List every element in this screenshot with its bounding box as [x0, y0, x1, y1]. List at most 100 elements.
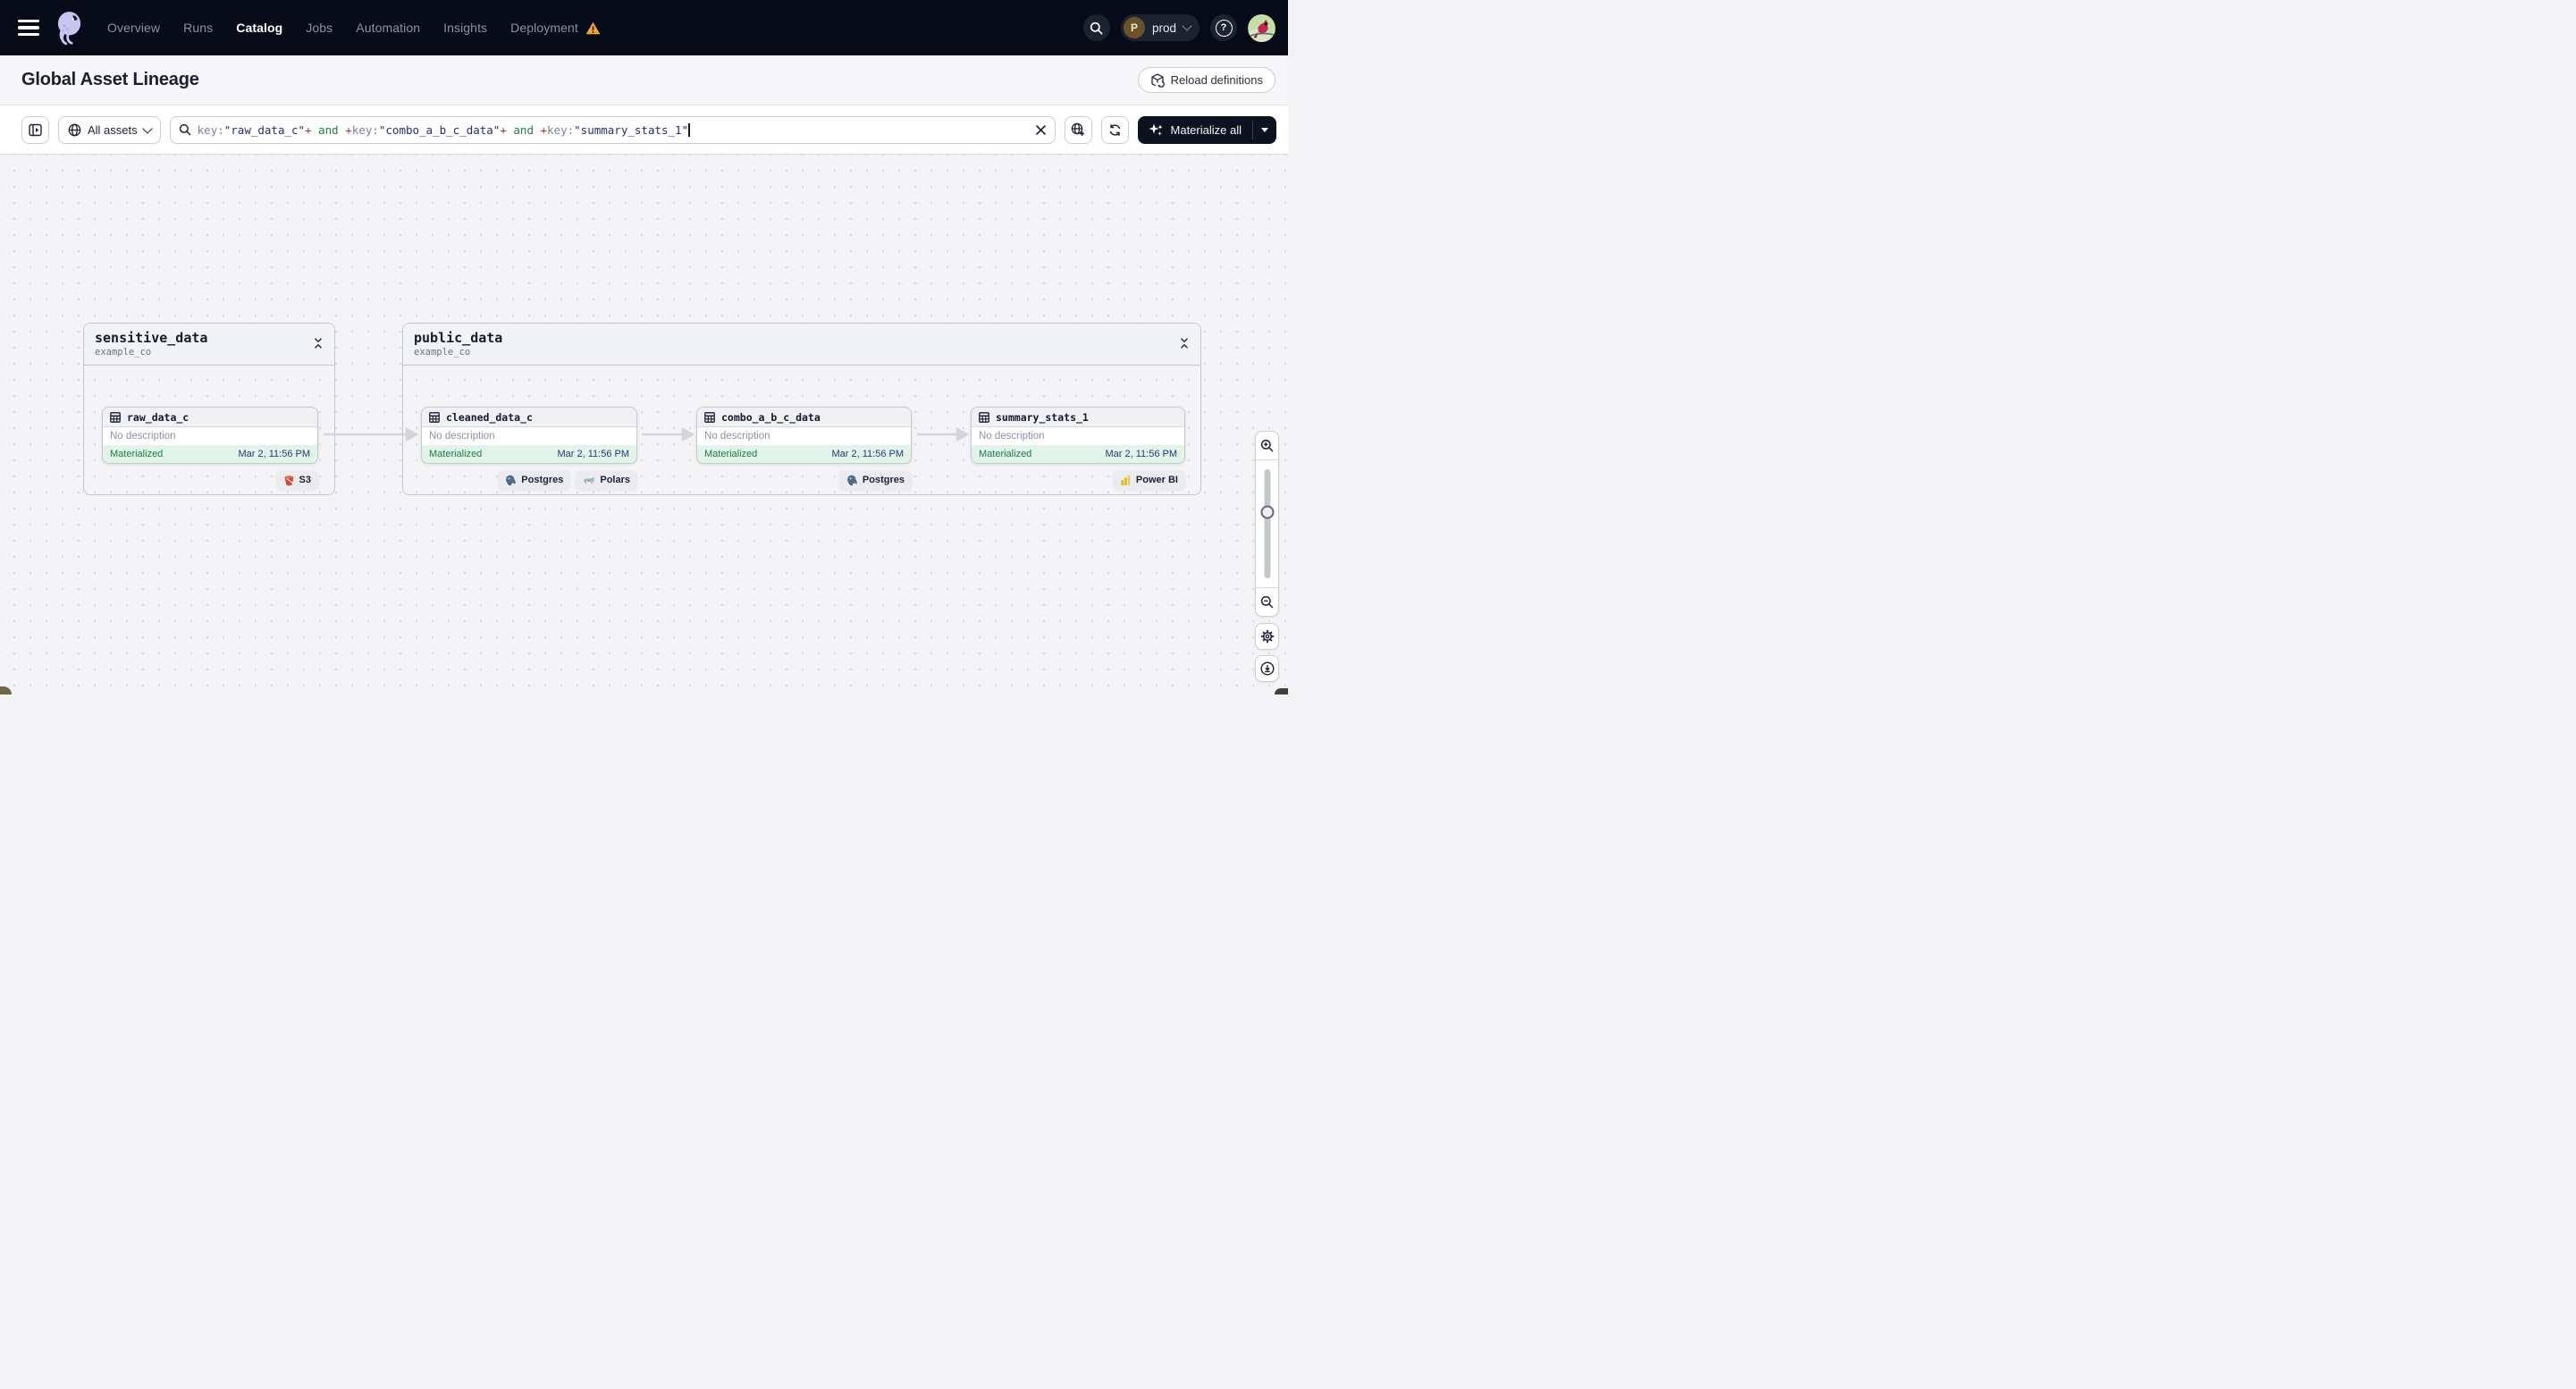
graph-settings-button[interactable] — [1255, 623, 1279, 650]
zoom-slider[interactable] — [1256, 460, 1278, 587]
refresh-icon — [1109, 123, 1120, 136]
kind-badge-postgres[interactable]: Postgres — [498, 470, 571, 490]
asset-name: combo_a_b_c_data — [721, 410, 821, 424]
zoom-controls — [1255, 431, 1279, 617]
kind-badge-postgres[interactable]: Postgres — [838, 470, 912, 490]
deployment-name: prod — [1151, 21, 1176, 35]
page-header: Global Asset Lineage Reload definitions — [0, 55, 1288, 105]
deployment-initial-badge: P — [1123, 17, 1145, 38]
zoom-slider-handle[interactable] — [1260, 505, 1274, 519]
group-by-location-button[interactable] — [1064, 115, 1092, 144]
help-icon: ? — [1215, 19, 1233, 37]
asset-description: No description — [103, 427, 317, 445]
asset-name: summary_stats_1 — [996, 410, 1089, 424]
asset-status-row: Materialized Mar 2, 11:56 PM — [422, 445, 636, 463]
collapse-group-button[interactable] — [1176, 335, 1192, 351]
download-icon — [1259, 661, 1275, 676]
s3-icon — [284, 475, 293, 485]
nav-item-overview[interactable]: Overview — [107, 21, 160, 35]
kind-badge-s3[interactable]: S3 — [275, 470, 318, 490]
nav-item-runs[interactable]: Runs — [183, 21, 213, 35]
refresh-button[interactable] — [1100, 115, 1129, 144]
search-icon — [179, 123, 190, 136]
zoom-in-button[interactable] — [1256, 432, 1278, 460]
user-avatar[interactable] — [1248, 13, 1275, 42]
nav-item-jobs[interactable]: Jobs — [306, 21, 333, 35]
postgres-icon — [846, 475, 857, 485]
chevron-down-icon — [1182, 21, 1192, 31]
bottom-right-artifact — [1275, 688, 1288, 694]
kind-badges: S3 — [275, 470, 318, 490]
asset-filter-input[interactable]: key:"raw_data_c"+ and +key:"combo_a_b_c_… — [169, 115, 1056, 144]
collapse-icon — [315, 338, 322, 349]
download-graph-button[interactable] — [1255, 655, 1279, 682]
dagster-logo-icon — [57, 12, 81, 46]
materialization-timestamp[interactable]: Mar 2, 11:56 PM — [832, 449, 905, 459]
status-badge: Materialized — [429, 449, 483, 459]
materialize-options-button[interactable] — [1253, 116, 1276, 144]
kind-badges: Postgres Polars — [498, 470, 637, 490]
collapse-icon — [1181, 338, 1188, 349]
chevron-down-icon — [141, 123, 153, 134]
asset-name: cleaned_data_c — [446, 410, 533, 424]
asset-description: No description — [697, 427, 911, 445]
open-panel-button[interactable] — [21, 115, 49, 144]
zoom-out-button[interactable] — [1256, 587, 1278, 616]
group-location: example_co — [414, 347, 471, 358]
zoom-slider-track[interactable] — [1264, 469, 1270, 578]
postgres-icon — [506, 475, 517, 485]
reload-definitions-label: Reload definitions — [1170, 73, 1263, 87]
search-icon — [1090, 21, 1103, 34]
group-title: sensitive_data — [95, 330, 208, 346]
filter-query-text: key:"raw_data_c"+ and +key:"combo_a_b_c_… — [197, 122, 690, 137]
deployment-switcher[interactable]: P prod — [1120, 14, 1200, 41]
asset-node-cleaned-data-c[interactable]: cleaned_data_c No description Materializ… — [421, 407, 637, 464]
materialization-timestamp[interactable]: Mar 2, 11:56 PM — [1106, 449, 1178, 459]
asset-status-row: Materialized Mar 2, 11:56 PM — [972, 445, 1184, 463]
materialize-all-label: Materialize all — [1170, 122, 1242, 137]
collapse-group-button[interactable] — [310, 335, 326, 351]
asset-status-row: Materialized Mar 2, 11:56 PM — [697, 445, 911, 463]
group-header[interactable]: public_data example_co — [403, 324, 1200, 366]
status-badge: Materialized — [979, 449, 1032, 459]
nav-item-catalog[interactable]: Catalog — [236, 21, 282, 35]
asset-node-combo-a-b-c-data[interactable]: combo_a_b_c_data No description Material… — [696, 407, 912, 464]
table-icon — [704, 411, 715, 423]
menu-icon[interactable] — [18, 20, 39, 36]
materialization-timestamp[interactable]: Mar 2, 11:56 PM — [239, 449, 311, 459]
lineage-canvas[interactable]: sensitive_data example_co public_data ex… — [0, 155, 1288, 694]
materialize-all-button[interactable]: Materialize all — [1137, 115, 1276, 144]
bottom-left-artifact — [0, 686, 12, 694]
nav-item-deployment[interactable]: Deployment — [510, 21, 601, 35]
polars-icon — [584, 477, 595, 484]
nav-item-insights[interactable]: Insights — [443, 21, 487, 35]
table-icon — [979, 411, 989, 423]
text-cursor — [688, 122, 690, 137]
asset-node-summary-stats-1[interactable]: summary_stats_1 No description Materiali… — [971, 407, 1185, 464]
asset-description: No description — [972, 427, 1184, 445]
filter-toolbar: All assets key:"raw_data_c"+ and +key:"c… — [0, 105, 1288, 155]
group-header[interactable]: sensitive_data example_co — [84, 324, 334, 366]
kind-badges: Postgres — [838, 470, 912, 490]
asset-node-raw-data-c[interactable]: raw_data_c No description Materialized M… — [102, 407, 318, 464]
asset-status-row: Materialized Mar 2, 11:56 PM — [103, 445, 317, 463]
kind-badge-polars[interactable]: Polars — [576, 470, 637, 490]
cardinal-avatar-icon — [1248, 13, 1275, 42]
top-nav: Overview Runs Catalog Jobs Automation In… — [0, 0, 1288, 55]
global-search-button[interactable] — [1082, 14, 1110, 41]
reload-definitions-button[interactable]: Reload definitions — [1137, 67, 1275, 93]
asset-description: No description — [422, 427, 636, 445]
kind-badge-power-bi[interactable]: Power BI — [1112, 470, 1185, 490]
help-button[interactable]: ? — [1210, 14, 1237, 41]
nav-right: P prod ? — [1082, 13, 1275, 42]
nav-item-automation[interactable]: Automation — [356, 21, 420, 35]
clear-filter-button[interactable] — [1035, 124, 1047, 136]
caret-down-icon — [1261, 127, 1268, 132]
status-badge: Materialized — [110, 449, 164, 459]
kind-badges: Power BI — [1112, 470, 1185, 490]
group-title: public_data — [414, 330, 503, 346]
asset-scope-selector[interactable]: All assets — [58, 115, 161, 144]
asset-name: raw_data_c — [127, 410, 189, 424]
warning-icon — [585, 21, 601, 34]
materialization-timestamp[interactable]: Mar 2, 11:56 PM — [558, 449, 630, 459]
